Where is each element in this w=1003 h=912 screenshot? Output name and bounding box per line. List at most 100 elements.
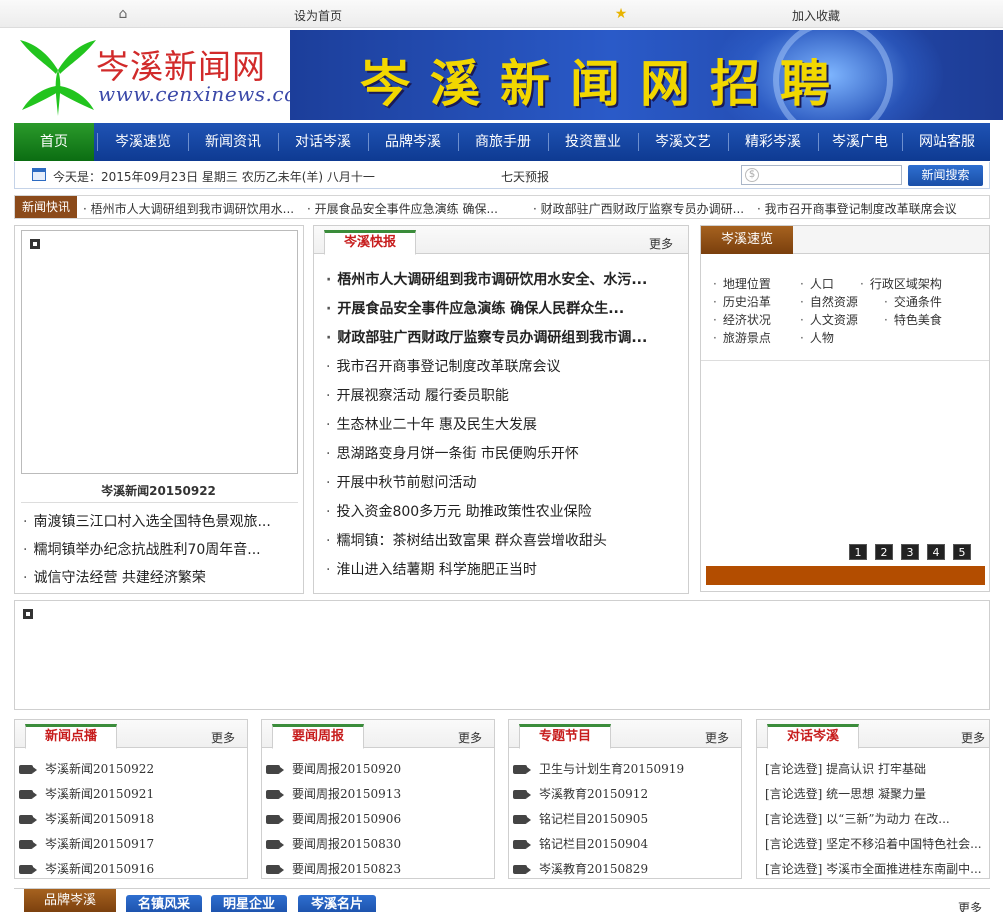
news-item[interactable]: · 我市召开商事登记制度改革联席会议 — [326, 356, 560, 376]
nav-item-invest[interactable]: 投资置业 — [550, 123, 636, 161]
list-item[interactable]: · 糯垌镇举办纪念抗战胜利70周年音... — [23, 539, 261, 559]
video-caption[interactable]: 岑溪新闻20150922 — [15, 482, 302, 499]
tab-video-on-demand[interactable]: 新闻点播 — [25, 724, 117, 749]
news-item-text: 生态林业二十年 惠及民生大发展 — [336, 417, 537, 433]
tab-express-news[interactable]: 岑溪快报 — [324, 230, 416, 255]
tab-dialogue[interactable]: 对话岑溪 — [767, 724, 859, 749]
tab-overview[interactable]: 岑溪速览 — [701, 226, 793, 254]
home-icon[interactable]: ⌂ — [115, 6, 131, 22]
nav-item-broadcast[interactable]: 岑溪广电 — [820, 123, 900, 161]
slide-page-button[interactable]: 5 — [953, 544, 971, 560]
list-item[interactable]: 卫生与计划生育20150919 — [513, 760, 684, 777]
headline-item[interactable]: · 开展食品安全事件应急演练 确保人民群众生... — [326, 298, 624, 318]
bookmark-link[interactable]: 加入收藏 — [792, 7, 840, 24]
news-item[interactable]: · 糯垌镇：茶树结出致富果 群众喜尝增收甜头 — [326, 530, 607, 550]
news-item[interactable]: · 开展中秋节前慰问活动 — [326, 472, 476, 492]
list-item[interactable]: [言论选登] 岑溪市全面推进桂东南副中... — [765, 860, 982, 877]
overview-link[interactable]: · 人物 — [800, 329, 834, 346]
site-logo[interactable]: 岑溪新闻网 www.cenxinews.com — [18, 34, 316, 118]
tab-star-enterprises[interactable]: 明星企业 — [211, 895, 287, 912]
list-item[interactable]: 要闻周报20150823 — [266, 860, 401, 877]
overview-link[interactable]: · 行政区域架构 — [860, 275, 942, 292]
news-item[interactable]: · 生态林业二十年 惠及民生大发展 — [326, 414, 537, 434]
recruitment-banner[interactable]: 岑溪新闻网招聘 — [290, 30, 1003, 120]
overview-link[interactable]: · 人文资源 — [800, 311, 858, 328]
overview-link[interactable]: · 自然资源 — [800, 293, 858, 310]
ad-banner-box[interactable] — [14, 600, 990, 710]
list-item[interactable]: 岑溪新闻20150922 — [19, 760, 154, 777]
overview-link[interactable]: · 经济状况 — [713, 311, 771, 328]
news-item[interactable]: · 投入资金800多万元 助推政策性农业保险 — [326, 501, 592, 521]
news-search-button[interactable]: 新闻搜索 — [908, 165, 983, 186]
ticker-item[interactable]: · 财政部驻广西财政厅监察专员办调研... — [533, 200, 744, 217]
list-item[interactable]: 岑溪新闻20150918 — [19, 810, 154, 827]
tab-brand[interactable]: 品牌岑溪 — [24, 889, 116, 912]
news-item[interactable]: · 开展视察活动 履行委员职能 — [326, 385, 509, 405]
nav-item-dialogue[interactable]: 对话岑溪 — [280, 123, 366, 161]
headline-item[interactable]: · 财政部驻广西财政厅监察专员办调研组到我市调... — [326, 327, 647, 347]
nav-item-news[interactable]: 新闻资讯 — [190, 123, 276, 161]
list-item[interactable]: 要闻周报20150906 — [266, 810, 401, 827]
video-player[interactable] — [21, 230, 298, 474]
overview-link[interactable]: · 地理位置 — [713, 275, 771, 292]
ticker-item[interactable]: · 开展食品安全事件应急演练 确保... — [307, 200, 498, 217]
more-link[interactable]: 更多 — [705, 729, 729, 746]
ticker-item[interactable]: · 梧州市人大调研组到我市调研饮用水... — [83, 200, 294, 217]
nav-item-highlights[interactable]: 精彩岑溪 — [730, 123, 816, 161]
nav-item-support[interactable]: 网站客服 — [904, 123, 990, 161]
search-input[interactable]: $ — [741, 165, 902, 185]
nav-item-arts[interactable]: 岑溪文艺 — [640, 123, 726, 161]
more-link[interactable]: 更多 — [458, 729, 482, 746]
tab-city-card[interactable]: 岑溪名片 — [298, 895, 376, 912]
list-item[interactable]: · 诚信守法经营 共建经济繁荣 — [23, 567, 206, 587]
list-item[interactable]: [言论选登] 提高认识 打牢基础 — [765, 760, 926, 777]
slide-page-button[interactable]: 3 — [901, 544, 919, 560]
tab-special-programs[interactable]: 专题节目 — [519, 724, 611, 749]
list-item[interactable]: 岑溪教育20150912 — [513, 785, 648, 802]
list-item[interactable]: 岑溪新闻20150917 — [19, 835, 154, 852]
list-item[interactable]: 岑溪新闻20150921 — [19, 785, 154, 802]
main-nav: 首页 岑溪速览 新闻资讯 对话岑溪 品牌岑溪 商旅手册 投资置业 岑溪文艺 精彩… — [14, 123, 990, 161]
star-icon[interactable]: ★ — [613, 6, 629, 22]
list-item[interactable]: 要闻周报20150830 — [266, 835, 401, 852]
tab-famous-towns[interactable]: 名镇风采 — [126, 895, 202, 912]
news-item[interactable]: · 淮山进入结薯期 科学施肥正当时 — [326, 559, 537, 579]
forecast-link[interactable]: 七天预报 — [501, 168, 549, 185]
nav-item-brand[interactable]: 品牌岑溪 — [370, 123, 456, 161]
nav-item-travel[interactable]: 商旅手册 — [460, 123, 546, 161]
list-item[interactable]: 岑溪新闻20150916 — [19, 860, 154, 877]
tab-weekly-news[interactable]: 要闻周报 — [272, 724, 364, 749]
nav-item-overview[interactable]: 岑溪速览 — [100, 123, 186, 161]
ticker-item[interactable]: · 我市召开商事登记制度改革联席会议 — [757, 200, 957, 217]
overview-link-text: 特色美食 — [893, 313, 942, 327]
overview-link[interactable]: · 特色美食 — [884, 311, 942, 328]
overview-link[interactable]: · 人口 — [800, 275, 834, 292]
video-camera-icon — [266, 790, 284, 799]
overview-link[interactable]: · 旅游景点 — [713, 329, 771, 346]
more-link[interactable]: 更多 — [958, 899, 982, 912]
more-link[interactable]: 更多 — [211, 729, 235, 746]
overview-link[interactable]: · 交通条件 — [884, 293, 942, 310]
bullet: · — [326, 562, 331, 578]
headline-item[interactable]: · 梧州市人大调研组到我市调研饮用水安全、水污... — [326, 269, 647, 289]
slide-page-button[interactable]: 4 — [927, 544, 945, 560]
list-item[interactable]: [言论选登] 以“三新”为动力 在改... — [765, 810, 950, 827]
set-home-link[interactable]: 设为首页 — [294, 7, 342, 24]
currency-icon: $ — [745, 168, 759, 182]
list-item[interactable]: 要闻周报20150920 — [266, 760, 401, 777]
nav-item-home[interactable]: 首页 — [14, 123, 94, 161]
list-item[interactable]: 岑溪教育20150829 — [513, 860, 648, 877]
list-item[interactable]: · 南渡镇三江口村入选全国特色景观旅... — [23, 511, 271, 531]
panel-header: 要闻周报 更多 — [262, 720, 494, 749]
more-link[interactable]: 更多 — [649, 235, 673, 252]
list-item[interactable]: [言论选登] 坚定不移沿着中国特色社会... — [765, 835, 982, 852]
list-item[interactable]: 要闻周报20150913 — [266, 785, 401, 802]
list-item[interactable]: 铭记栏目20150904 — [513, 835, 648, 852]
news-item[interactable]: · 思湖路变身月饼一条街 市民便购乐开怀 — [326, 443, 579, 463]
overview-link[interactable]: · 历史沿革 — [713, 293, 771, 310]
list-item[interactable]: [言论选登] 统一思想 凝聚力量 — [765, 785, 926, 802]
more-link[interactable]: 更多 — [961, 729, 985, 746]
slide-page-button[interactable]: 2 — [875, 544, 893, 560]
list-item[interactable]: 铭记栏目20150905 — [513, 810, 648, 827]
slide-page-button[interactable]: 1 — [849, 544, 867, 560]
